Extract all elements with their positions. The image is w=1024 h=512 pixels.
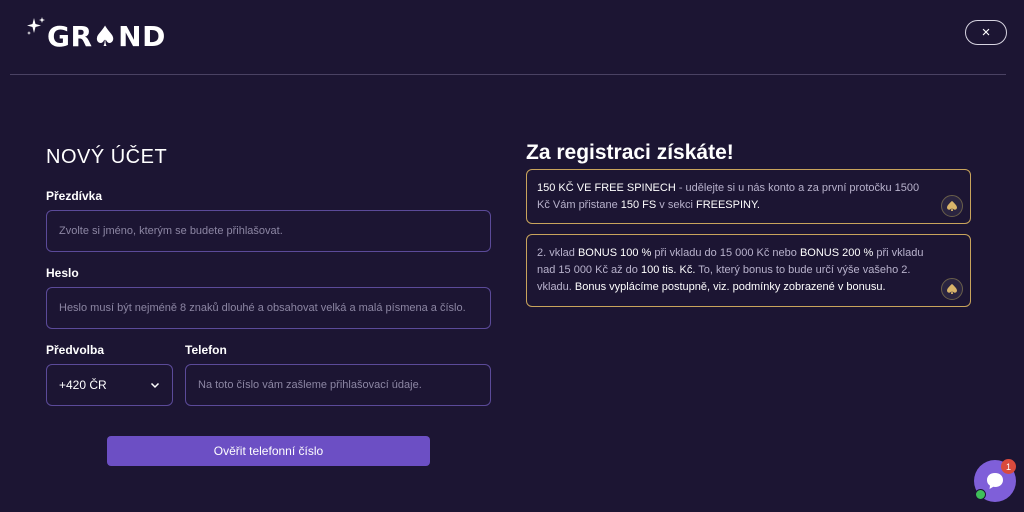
bonus-card-text: 150 KČ VE FREE SPINECH - udělejte si u n… [537, 180, 930, 214]
form-title: NOVÝ ÚČET [46, 146, 168, 168]
chat-notification-badge: 1 [1001, 459, 1016, 474]
bonus-text: 2. vklad [537, 247, 578, 259]
nickname-field [46, 210, 491, 252]
phone-field [185, 364, 491, 406]
prefix-value: +420 ČR [59, 378, 107, 392]
header-divider [10, 74, 1006, 75]
prefix-select[interactable]: +420 ČR [46, 364, 173, 406]
bonus-card-text: 2. vklad BONUS 100 % při vkladu do 15 00… [537, 245, 930, 296]
bonus-highlight: Bonus vyplácíme postupně, viz. podmínky … [574, 281, 886, 293]
nickname-label: Přezdívka [46, 189, 103, 203]
close-button[interactable]: × [965, 20, 1007, 45]
prefix-label: Předvolba [46, 343, 105, 357]
bonus-coin-icon[interactable] [941, 278, 963, 300]
bonus-text: v sekci [656, 199, 696, 211]
close-icon: × [981, 24, 991, 41]
password-input[interactable] [59, 302, 478, 314]
spade-icon [947, 201, 957, 211]
registration-page: GR♠ND × NOVÝ ÚČET Přezdívka Heslo Předvo… [0, 0, 1024, 512]
chat-icon [987, 473, 1003, 489]
nickname-input[interactable] [59, 225, 478, 237]
chevron-down-icon [150, 382, 160, 389]
bonus-coin-icon[interactable] [941, 195, 963, 217]
bonus-highlight: BONUS 100 % [577, 247, 652, 259]
header: GR♠ND × [0, 0, 1024, 75]
bonus-highlight: 150 FS [620, 199, 657, 211]
bonus-highlight: FREESPINY. [695, 199, 760, 211]
logo[interactable]: GR♠ND [25, 16, 166, 56]
bonus-highlight: BONUS 200 % [799, 247, 874, 259]
bonus-highlight: 150 KČ VE FREE SPINECH [537, 182, 676, 194]
bonus-title: Za registraci získáte! [526, 141, 734, 164]
bonus-card-second-deposit[interactable]: 2. vklad BONUS 100 % při vkladu do 15 00… [526, 234, 971, 307]
bonus-card-free-spins[interactable]: 150 KČ VE FREE SPINECH - udělejte si u n… [526, 169, 971, 224]
sparkle-icon [27, 17, 45, 35]
bonus-highlight: 100 tis. Kč. [640, 264, 696, 276]
verify-phone-button[interactable]: Ověřit telefonní číslo [107, 436, 430, 466]
chat-online-status [975, 489, 986, 500]
phone-input[interactable] [198, 379, 478, 391]
phone-label: Telefon [185, 343, 227, 357]
spade-icon [947, 284, 957, 294]
bonus-text: při vkladu do 15 000 Kč nebo [651, 247, 800, 259]
password-field [46, 287, 491, 329]
logo-text: GR♠ND [47, 19, 166, 53]
password-label: Heslo [46, 266, 79, 280]
